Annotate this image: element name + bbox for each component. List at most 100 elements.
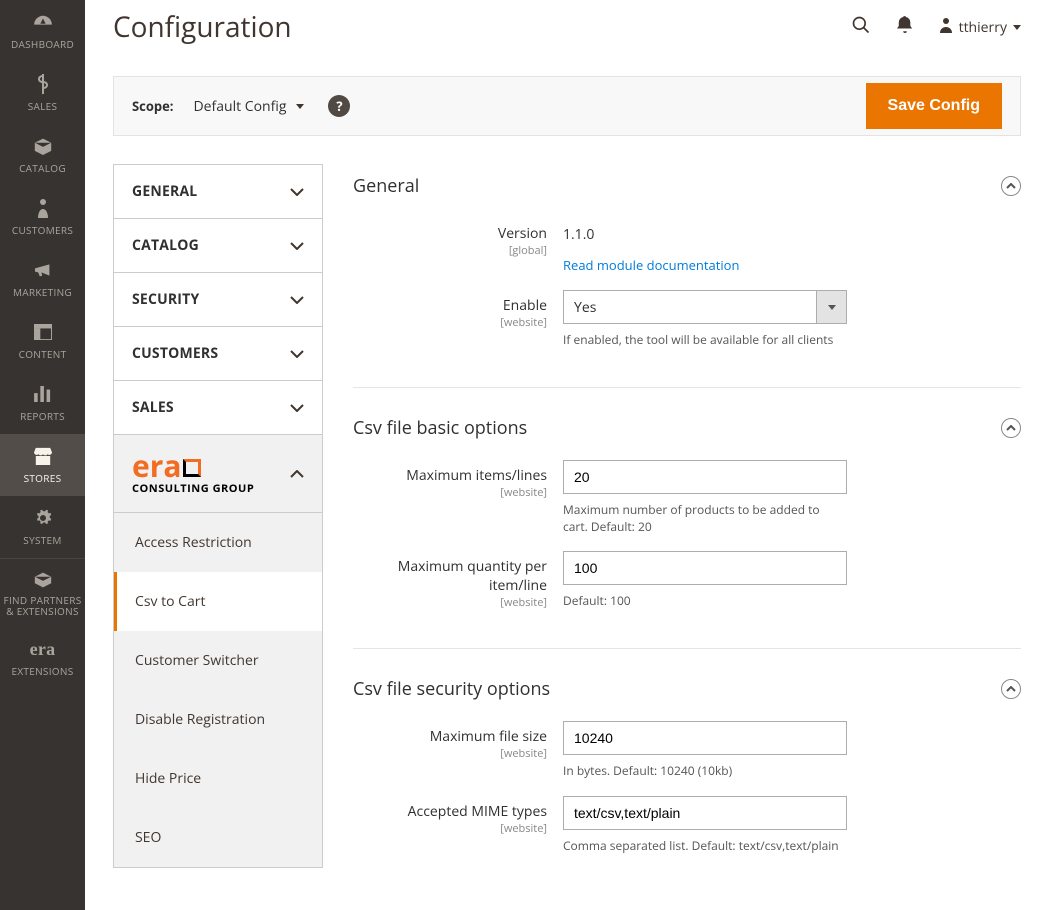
collapse-icon[interactable] — [1001, 418, 1021, 438]
mime-input[interactable] — [563, 796, 847, 830]
collapse-icon[interactable] — [1001, 679, 1021, 699]
sidebar-label: DASHBOARD — [11, 37, 74, 51]
page-header: Configuration tthierry — [85, 0, 1049, 76]
sidebar-item-content[interactable]: CONTENT — [0, 310, 85, 372]
chevron-up-icon — [290, 464, 304, 483]
sidebar-item-marketing[interactable]: MARKETING — [0, 248, 85, 310]
chevron-down-icon — [1013, 25, 1021, 30]
max-qty-input[interactable] — [563, 551, 847, 585]
main-content: Configuration tthierry Scope: Default Co… — [85, 0, 1049, 910]
scope-bar: Scope: Default Config ? Save Config — [113, 76, 1021, 136]
partners-icon — [31, 569, 55, 591]
select-toggle[interactable] — [816, 291, 846, 323]
max-qty-note: Default: 100 — [563, 593, 847, 610]
chevron-down-icon — [290, 398, 304, 417]
mime-note: Comma separated list. Default: text/csv,… — [563, 838, 847, 855]
config-group-label: SECURITY — [132, 290, 199, 309]
megaphone-icon — [31, 259, 55, 281]
sidebar-item-sales[interactable]: SALES — [0, 62, 85, 124]
enable-note: If enabled, the tool will be available f… — [563, 332, 847, 349]
box-icon — [31, 135, 55, 157]
config-group-label: CUSTOMERS — [132, 344, 218, 363]
sidebar-item-catalog[interactable]: CATALOG — [0, 124, 85, 186]
main-sidebar: DASHBOARD SALES CATALOG CUSTOMERS MARKET… — [0, 0, 85, 910]
config-group-customers[interactable]: CUSTOMERS — [114, 327, 322, 381]
section-head-csv-security[interactable]: Csv file security options — [353, 667, 1021, 721]
era-logo-sub: CONSULTING GROUP — [132, 481, 254, 496]
sidebar-label: MARKETING — [13, 285, 72, 299]
sidebar-label: CUSTOMERS — [12, 223, 73, 237]
section-title: Csv file basic options — [353, 416, 527, 440]
sidebar-label: SYSTEM — [23, 533, 61, 547]
sidebar-item-system[interactable]: SYSTEM — [0, 496, 85, 558]
bell-icon[interactable] — [897, 16, 913, 38]
sidebar-item-find-partners[interactable]: FIND PARTNERS & EXTENSIONS — [0, 559, 85, 627]
max-items-note: Maximum number of products to be added t… — [563, 502, 847, 536]
sidebar-item-extensions[interactable]: era EXTENSIONS — [0, 627, 85, 689]
chevron-down-icon — [290, 236, 304, 255]
config-group-body: Access Restriction Csv to Cart Customer … — [114, 513, 322, 868]
max-items-input[interactable] — [563, 460, 847, 494]
section-body-csv-basic: Maximum items/lines [website] Maximum nu… — [353, 460, 1021, 650]
config-group-era[interactable]: era CONSULTING GROUP — [114, 435, 322, 513]
sidebar-label: CONTENT — [19, 347, 67, 361]
scope-value: Default Config — [194, 97, 287, 116]
config-group-sales[interactable]: SALES — [114, 381, 322, 435]
max-size-input[interactable] — [563, 721, 847, 755]
config-group-catalog[interactable]: CATALOG — [114, 219, 322, 273]
sidebar-item-reports[interactable]: REPORTS — [0, 372, 85, 434]
mime-label: Accepted MIME types — [408, 802, 547, 821]
section-head-general[interactable]: General — [353, 164, 1021, 218]
save-config-button[interactable]: Save Config — [866, 83, 1002, 129]
user-menu[interactable]: tthierry — [939, 17, 1021, 38]
chevron-down-icon — [290, 182, 304, 201]
max-size-note: In bytes. Default: 10240 (10kb) — [563, 763, 847, 780]
max-items-scope: [website] — [353, 485, 547, 500]
max-size-label: Maximum file size — [430, 727, 547, 746]
config-item-customer-switcher[interactable]: Customer Switcher — [114, 631, 322, 690]
max-size-scope: [website] — [353, 746, 547, 761]
collapse-icon[interactable] — [1001, 176, 1021, 196]
section-title: Csv file security options — [353, 677, 550, 701]
enable-select[interactable]: Yes — [563, 290, 847, 324]
search-icon[interactable] — [851, 15, 871, 39]
config-item-seo[interactable]: SEO — [114, 808, 322, 867]
help-icon[interactable]: ? — [328, 95, 350, 117]
doc-link[interactable]: Read module documentation — [563, 256, 847, 274]
max-qty-scope: [website] — [353, 595, 547, 610]
sidebar-label: SALES — [28, 99, 58, 113]
user-icon — [939, 17, 953, 38]
section-head-csv-basic[interactable]: Csv file basic options — [353, 406, 1021, 460]
config-group-security[interactable]: SECURITY — [114, 273, 322, 327]
chevron-down-icon — [290, 344, 304, 363]
sidebar-item-dashboard[interactable]: DASHBOARD — [0, 0, 85, 62]
config-item-hide-price[interactable]: Hide Price — [114, 749, 322, 808]
enable-scope: [website] — [353, 315, 547, 330]
store-icon — [31, 445, 55, 467]
sidebar-label: EXTENSIONS — [12, 664, 74, 678]
chart-icon — [31, 383, 55, 405]
sidebar-item-customers[interactable]: CUSTOMERS — [0, 186, 85, 248]
username: tthierry — [959, 18, 1007, 37]
dollar-icon — [31, 73, 55, 95]
chevron-down-icon — [290, 290, 304, 309]
version-label: Version — [498, 224, 547, 243]
config-panel: GENERAL CATALOG SECURITY CUSTOMERS SALES — [113, 164, 323, 868]
enable-label: Enable — [503, 296, 547, 315]
settings-area: General Version [global] 1.1.0 Read modu… — [353, 164, 1021, 910]
person-icon — [31, 197, 55, 219]
sidebar-item-stores[interactable]: STORES — [0, 434, 85, 496]
era-logo: era — [132, 451, 254, 481]
scope-select[interactable]: Default Config — [194, 97, 305, 116]
chevron-down-icon — [296, 104, 304, 109]
version-scope: [global] — [353, 243, 547, 258]
config-item-access-restriction[interactable]: Access Restriction — [114, 513, 322, 572]
sidebar-label: FIND PARTNERS & EXTENSIONS — [0, 595, 85, 617]
config-item-disable-registration[interactable]: Disable Registration — [114, 690, 322, 749]
config-group-general[interactable]: GENERAL — [114, 165, 322, 219]
scope-label: Scope: — [132, 97, 174, 115]
config-group-label: GENERAL — [132, 182, 197, 201]
section-body-general: Version [global] 1.1.0 Read module docum… — [353, 218, 1021, 388]
config-item-csv-to-cart[interactable]: Csv to Cart — [114, 572, 322, 631]
era-logo-icon: era — [31, 638, 55, 660]
